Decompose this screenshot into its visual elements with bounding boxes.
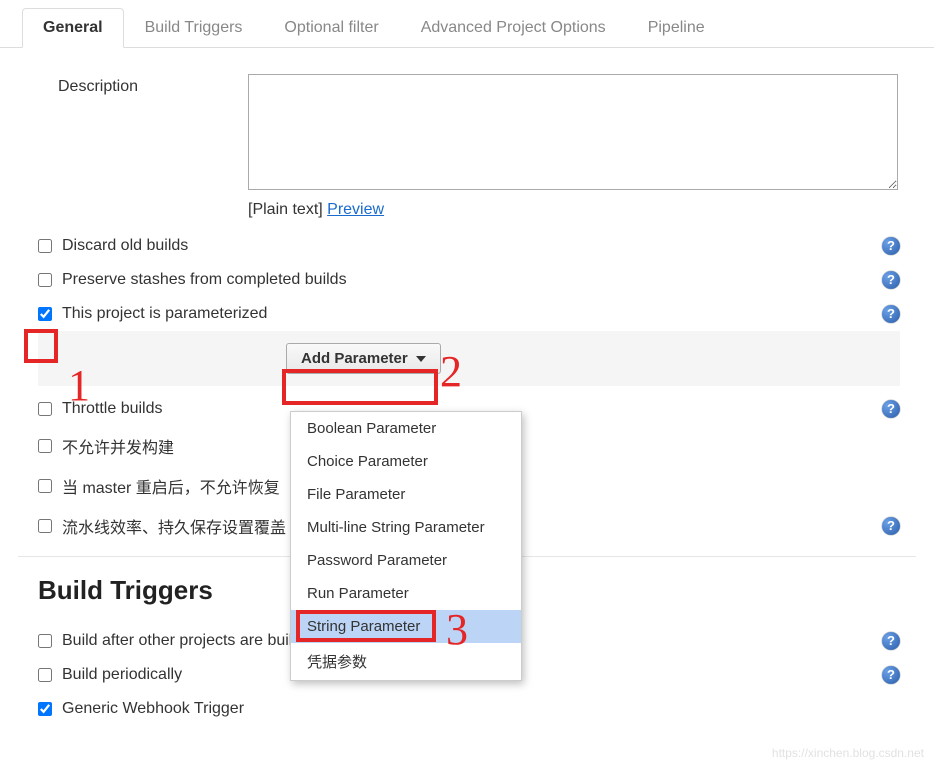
dropdown-item-string[interactable]: String Parameter <box>291 610 521 643</box>
add-parameter-label: Add Parameter <box>301 350 408 367</box>
help-icon[interactable]: ? <box>882 237 900 255</box>
build-periodically-label: Build periodically <box>62 666 182 684</box>
no-resume-label: 当 master 重启后，不允许恢复 <box>62 474 280 498</box>
watermark: https://xinchen.blog.csdn.net <box>772 746 924 760</box>
throttle-builds-checkbox[interactable] <box>38 402 52 416</box>
tab-build-triggers[interactable]: Build Triggers <box>124 8 264 47</box>
help-icon[interactable]: ? <box>882 305 900 323</box>
description-field: [Plain text] Preview <box>248 74 916 219</box>
dropdown-item-file[interactable]: File Parameter <box>291 478 521 511</box>
durability-label: 流水线效率、持久保存设置覆盖 <box>62 514 286 538</box>
build-after-label: Build after other projects are built <box>62 632 297 650</box>
discard-old-builds-row[interactable]: Discard old builds ? <box>18 229 916 263</box>
description-subtext: [Plain text] Preview <box>248 201 916 219</box>
discard-old-builds-label: Discard old builds <box>62 237 188 255</box>
dropdown-item-credentials[interactable]: 凭据参数 <box>291 643 521 680</box>
preview-link[interactable]: Preview <box>327 201 384 218</box>
build-periodically-checkbox[interactable] <box>38 668 52 682</box>
throttle-builds-label: Throttle builds <box>62 400 163 418</box>
durability-checkbox[interactable] <box>38 519 52 533</box>
dropdown-item-run[interactable]: Run Parameter <box>291 577 521 610</box>
dropdown-item-password[interactable]: Password Parameter <box>291 544 521 577</box>
tab-pipeline[interactable]: Pipeline <box>627 8 726 47</box>
discard-old-builds-checkbox[interactable] <box>38 239 52 253</box>
chevron-down-icon <box>416 356 426 362</box>
add-parameter-dropdown: Boolean Parameter Choice Parameter File … <box>290 411 522 681</box>
description-textarea[interactable] <box>248 74 898 190</box>
dropdown-item-choice[interactable]: Choice Parameter <box>291 445 521 478</box>
add-parameter-button[interactable]: Add Parameter <box>286 343 441 374</box>
no-concurrent-checkbox[interactable] <box>38 439 52 453</box>
parameterized-label: This project is parameterized <box>62 305 267 323</box>
parameterized-row[interactable]: This project is parameterized ? <box>18 297 916 331</box>
tab-optional-filter[interactable]: Optional filter <box>263 8 399 47</box>
build-after-checkbox[interactable] <box>38 634 52 648</box>
dropdown-item-multiline[interactable]: Multi-line String Parameter <box>291 511 521 544</box>
generic-webhook-checkbox[interactable] <box>38 702 52 716</box>
config-tabs: General Build Triggers Optional filter A… <box>0 0 934 48</box>
tab-general[interactable]: General <box>22 8 124 48</box>
dropdown-item-boolean[interactable]: Boolean Parameter <box>291 412 521 445</box>
help-icon[interactable]: ? <box>882 400 900 418</box>
help-icon[interactable]: ? <box>882 271 900 289</box>
no-resume-checkbox[interactable] <box>38 479 52 493</box>
preserve-stashes-label: Preserve stashes from completed builds <box>62 271 347 289</box>
tab-advanced-project-options[interactable]: Advanced Project Options <box>400 8 627 47</box>
parameter-block: Add Parameter <box>38 331 900 386</box>
generic-webhook-row[interactable]: Generic Webhook Trigger <box>18 692 916 726</box>
preserve-stashes-checkbox[interactable] <box>38 273 52 287</box>
preserve-stashes-row[interactable]: Preserve stashes from completed builds ? <box>18 263 916 297</box>
help-icon[interactable]: ? <box>882 632 900 650</box>
plain-text-label: [Plain text] <box>248 201 323 218</box>
parameterized-checkbox[interactable] <box>38 307 52 321</box>
description-label: Description <box>18 74 248 96</box>
generic-webhook-label: Generic Webhook Trigger <box>62 700 244 718</box>
help-icon[interactable]: ? <box>882 666 900 684</box>
no-concurrent-label: 不允许并发构建 <box>62 434 174 458</box>
help-icon[interactable]: ? <box>882 517 900 535</box>
description-row: Description [Plain text] Preview <box>18 68 916 225</box>
